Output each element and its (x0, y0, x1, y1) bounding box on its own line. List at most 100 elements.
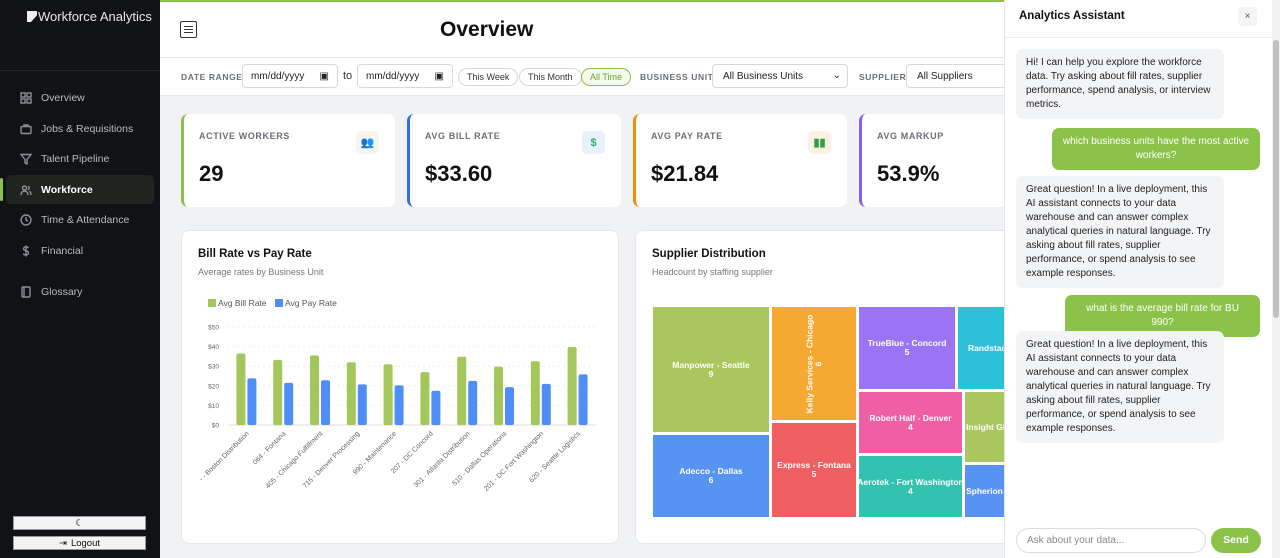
dollar-icon: $ (582, 131, 605, 154)
x-tick-label: 201 - DC Fort Washington (483, 430, 545, 492)
date-range-label: DATE RANGE (181, 72, 243, 82)
date-to-input[interactable]: mm/dd/yyyy ▣ (357, 64, 453, 88)
kpi-label: AVG PAY RATE (651, 131, 723, 141)
sidebar-item-overview[interactable]: Overview (6, 83, 154, 112)
treemap: Manpower - Seattle 9 Adecco - Dallas 6 Kelly… (652, 306, 1004, 518)
kpi-value: $33.60 (425, 161, 493, 186)
tile-value: 4 (908, 485, 913, 496)
chat-header: Analytics Assistant × (1005, 0, 1273, 38)
bar-pay[interactable] (468, 380, 478, 425)
preset-this-week[interactable]: This Week (458, 68, 519, 86)
bar-bill[interactable] (494, 366, 503, 425)
bar-bill[interactable] (273, 359, 283, 425)
bar-pay[interactable] (505, 387, 514, 425)
tile-value: 6 (708, 475, 714, 485)
tile-value: 4 (908, 421, 913, 432)
bar-bill[interactable] (420, 372, 430, 425)
tile-label: Insight Gl (966, 421, 1004, 432)
kpi-card-avg-pay-rate: AVG PAY RATE $21.84 ▮▮ (633, 114, 847, 207)
supplier-select[interactable]: All Suppliers (906, 64, 1016, 88)
sidebar-item-time-attendance[interactable]: Time & Attendance (6, 205, 154, 234)
send-button[interactable]: Send (1211, 528, 1261, 553)
sidebar-item-label: Jobs & Requisitions (41, 122, 134, 135)
preset-all-time[interactable]: All Time (581, 68, 632, 86)
sidebar-item-label: Talent Pipeline (41, 152, 110, 165)
treemap-tile[interactable]: Randstad (957, 306, 1004, 390)
treemap-tile[interactable]: Kelly Services - Chicago 6 (771, 306, 857, 421)
book-icon (21, 285, 31, 298)
bar-bill[interactable] (236, 353, 246, 425)
bar-pay[interactable] (247, 378, 257, 425)
x-tick-label: - - Boston Distribution (198, 430, 251, 483)
tile-value: 6 (813, 361, 823, 366)
sidebar-item-jobs-requisitions[interactable]: Jobs & Requisitions (6, 114, 154, 143)
scrollbar-thumb[interactable] (1273, 40, 1279, 318)
date-from-input[interactable]: mm/dd/yyyy ▣ (242, 64, 338, 88)
divider (0, 70, 160, 71)
bar-pay[interactable] (541, 383, 551, 425)
bar-bill[interactable] (310, 355, 319, 425)
users-icon: 👥 (356, 131, 379, 154)
bar-pay[interactable] (321, 380, 330, 425)
treemap-tile[interactable]: Robert Half - Denver 4 (858, 391, 963, 454)
sidebar-item-workforce[interactable]: Workforce (0, 175, 154, 204)
chat-input[interactable]: Ask about your data... (1016, 528, 1206, 553)
filter-bar: DATE RANGE mm/dd/yyyy ▣ to mm/dd/yyyy ▣ Th… (160, 58, 1016, 96)
sidebar-item-label: Workforce (41, 183, 93, 196)
tile-label: Spherion - (966, 485, 1004, 496)
bar-pay[interactable] (357, 384, 367, 425)
business-unit-select[interactable]: All Business Units ⌄ (712, 64, 848, 88)
chart-subtitle: Headcount by staffing supplier (652, 267, 773, 277)
bar-pay[interactable] (431, 390, 441, 425)
bar-pay[interactable] (394, 385, 404, 425)
sidebar-item-glossary[interactable]: Glossary (6, 277, 154, 306)
bar-pay[interactable] (284, 382, 294, 425)
sidebar-item-talent-pipeline[interactable]: Talent Pipeline (6, 144, 154, 173)
user-message: which business units have the most activ… (1052, 128, 1260, 170)
y-tick-label: $50 (208, 325, 219, 332)
treemap-tile[interactable]: Manpower - Seattle 9 (652, 306, 770, 433)
treemap-tile[interactable]: Aerotek - Fort Washington 4 (858, 455, 963, 518)
tile-value: 5 (904, 347, 910, 357)
sidebar-item-financial[interactable]: Financial (6, 236, 154, 265)
bar-bill[interactable] (567, 346, 577, 425)
close-button[interactable]: × (1238, 7, 1257, 26)
topbar: Overview (160, 0, 1004, 58)
bar-bill[interactable] (530, 361, 540, 425)
theme-toggle-button[interactable]: ☾ (13, 516, 146, 530)
kpi-label: AVG BILL RATE (425, 131, 501, 141)
calendar-icon: ▣ (434, 71, 444, 82)
bar-bill[interactable] (457, 356, 467, 425)
briefcase-icon (20, 123, 32, 134)
assistant-message: Great question! In a live deployment, th… (1016, 331, 1224, 443)
legend-swatch (275, 299, 283, 307)
bar-bill[interactable] (346, 362, 356, 425)
treemap-tile[interactable]: Insight Gl (964, 391, 1004, 463)
scrollbar[interactable] (1272, 0, 1280, 558)
chart-title: Bill Rate vs Pay Rate (198, 248, 312, 260)
treemap-tile[interactable]: Spherion - (964, 464, 1004, 518)
y-tick-label: $40 (208, 344, 219, 351)
treemap-tile[interactable]: Express - Fontana 5 (771, 422, 857, 518)
y-tick-label: $20 (208, 383, 219, 390)
broken-image-icon (27, 11, 37, 22)
kpi-value: 53.9% (877, 161, 940, 186)
treemap-tile[interactable]: TrueBlue - Concord 5 (858, 306, 956, 390)
bar-chart: Avg Bill Rate Avg Pay Rate $0 $10 $20 $30 $40 $… (198, 298, 596, 493)
bar-bill[interactable] (383, 364, 393, 425)
logout-button[interactable]: ⇥ Logout (13, 536, 146, 550)
assistant-message: Hi! I can help you explore the workforce… (1016, 49, 1224, 119)
app-logo[interactable]: Workforce Analytics (27, 9, 152, 24)
treemap-tile[interactable]: Adecco - Dallas 6 (652, 434, 770, 518)
filter-icon (20, 153, 32, 165)
clock-icon (20, 213, 32, 226)
legend-label[interactable]: Avg Bill Rate (218, 298, 267, 308)
preset-this-month[interactable]: This Month (519, 68, 582, 86)
sidebar-item-label: Overview (41, 91, 85, 104)
legend-label[interactable]: Avg Pay Rate (285, 298, 337, 308)
kpi-label: ACTIVE WORKERS (199, 131, 290, 141)
bar-pay[interactable] (578, 374, 588, 425)
kpi-label: AVG MARKUP (877, 131, 944, 141)
legend-swatch (208, 299, 216, 307)
chat-panel: Analytics Assistant × Hi! I can help you… (1004, 0, 1273, 558)
